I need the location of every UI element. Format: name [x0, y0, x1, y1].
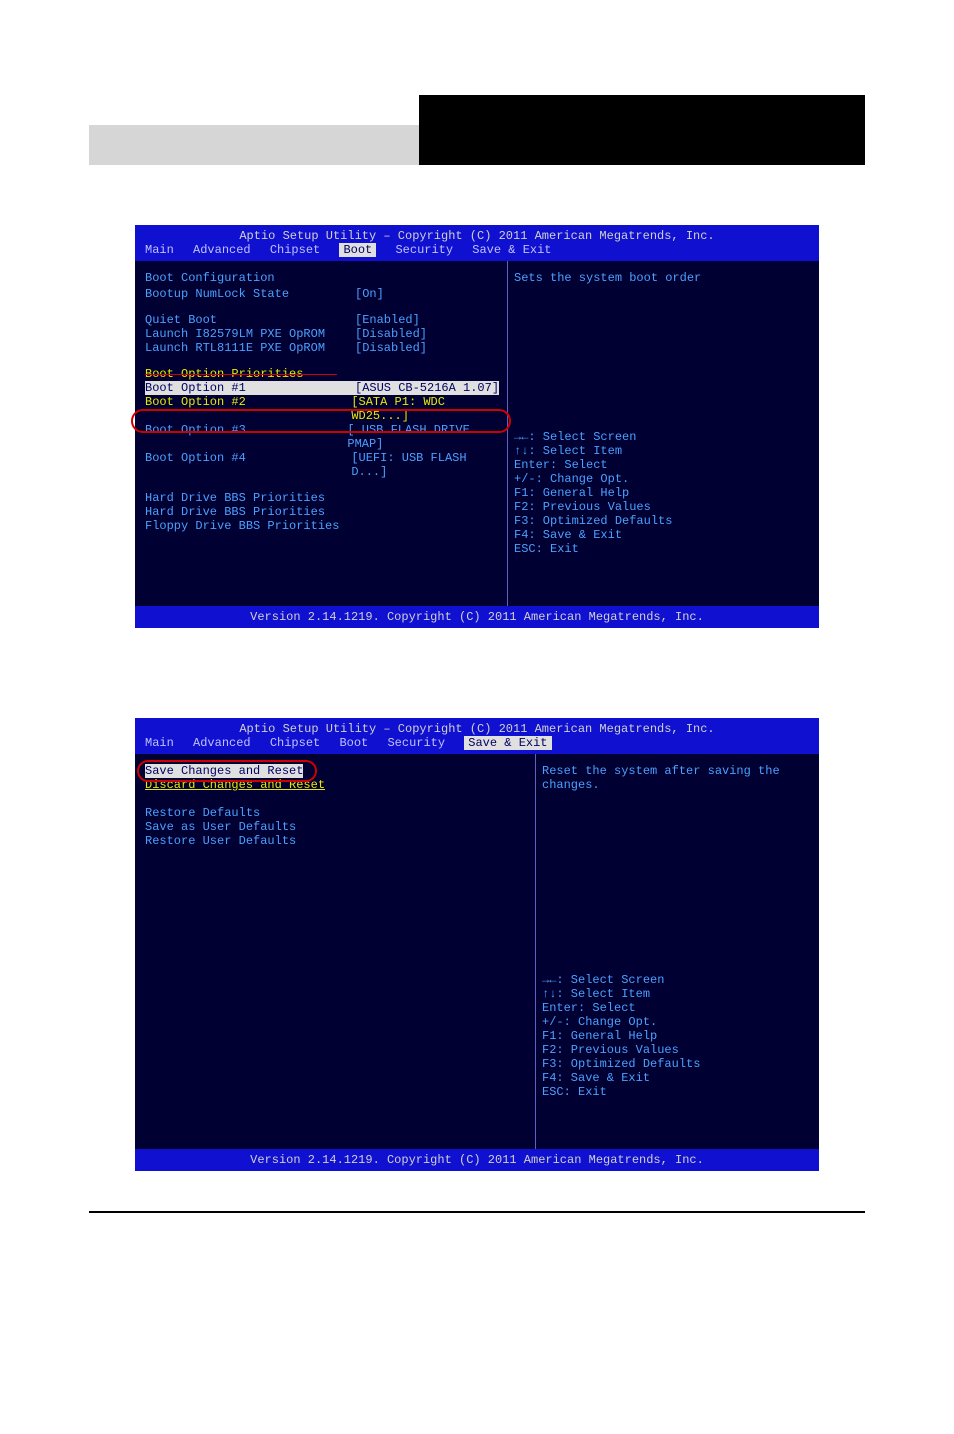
row-boot-option-4[interactable]: Boot Option #4 [UEFI: USB FLASH D...] [145, 451, 507, 479]
key-l1: →←: Select Screen [514, 430, 809, 444]
menu-advanced[interactable]: Advanced [193, 736, 251, 750]
menu-main[interactable]: Main [145, 736, 174, 750]
row-boot-option-1[interactable]: Boot Option #1 [ASUS CB-5216A 1.07] [145, 381, 507, 395]
menu-chipset[interactable]: Chipset [270, 736, 320, 750]
label-pxe1: Launch I82579LM PXE OpROM [145, 327, 355, 341]
page-footer-rule [89, 1211, 865, 1213]
key-l6: F2: Previous Values [542, 1043, 809, 1057]
value-opt4: [UEFI: USB FLASH D...] [351, 451, 507, 479]
help-description: Sets the system boot order [514, 271, 809, 285]
bios-footer: Version 2.14.1219. Copyright (C) 2011 Am… [135, 1149, 819, 1171]
bbs3: Floppy Drive BBS Priorities [145, 519, 339, 533]
value-pxe2: [Disabled] [355, 341, 427, 355]
menu-security[interactable]: Security [395, 243, 453, 257]
label-numlock: Bootup NumLock State [145, 287, 355, 301]
label-save-reset: Save Changes and Reset [145, 764, 303, 778]
menu-advanced[interactable]: Advanced [193, 243, 251, 257]
label-quiet: Quiet Boot [145, 313, 355, 327]
label-opt4: Boot Option #4 [145, 451, 351, 479]
value-opt3: [ USB FLASH DRIVE PMAP] [347, 423, 507, 451]
menu-security[interactable]: Security [387, 736, 445, 750]
value-numlock: [On] [355, 287, 384, 301]
key-l8: F4: Save & Exit [514, 528, 809, 542]
row-bbs3[interactable]: Floppy Drive BBS Priorities [145, 519, 507, 533]
bbs1: Hard Drive BBS Priorities [145, 491, 325, 505]
bios-left-pane: Save Changes and Reset Discard Changes a… [135, 754, 535, 1149]
key-l4: +/-: Change Opt. [542, 1015, 809, 1029]
row-pxe2[interactable]: Launch RTL8111E PXE OpROM [Disabled] [145, 341, 507, 355]
key-l7: F3: Optimized Defaults [514, 514, 809, 528]
row-pxe1[interactable]: Launch I82579LM PXE OpROM [Disabled] [145, 327, 507, 341]
label-pxe2: Launch RTL8111E PXE OpROM [145, 341, 355, 355]
key-l3: Enter: Select [514, 458, 809, 472]
label-restore-user-def: Restore User Defaults [145, 834, 296, 848]
row-restore-defaults[interactable]: Restore Defaults [145, 806, 535, 820]
value-opt1: [ASUS CB-5216A 1.07] [355, 381, 499, 395]
key-l8: F4: Save & Exit [542, 1071, 809, 1085]
label-restore-def: Restore Defaults [145, 806, 260, 820]
value-pxe1: [Disabled] [355, 327, 427, 341]
bios-left-pane: Boot Configuration Bootup NumLock State … [135, 261, 507, 606]
bios-right-pane: Reset the system after saving the change… [535, 754, 819, 1149]
row-bbs1[interactable]: Hard Drive BBS Priorities [145, 491, 507, 505]
bbs2: Hard Drive BBS Priorities [145, 505, 325, 519]
page-header [89, 95, 865, 165]
key-l9: ESC: Exit [542, 1085, 809, 1099]
bios-right-pane: Sets the system boot order →←: Select Sc… [507, 261, 819, 606]
boot-config-title: Boot Configuration [145, 271, 507, 285]
row-numlock[interactable]: Bootup NumLock State [On] [145, 287, 507, 301]
menu-boot[interactable]: Boot [339, 243, 376, 257]
value-quiet: [Enabled] [355, 313, 420, 327]
bios-body: Save Changes and Reset Discard Changes a… [135, 754, 819, 1149]
menu-main[interactable]: Main [145, 243, 174, 257]
label-discard-reset: Discard Changes and Reset [145, 778, 325, 792]
key-l3: Enter: Select [542, 1001, 809, 1015]
menu-boot[interactable]: Boot [339, 736, 368, 750]
row-save-changes-reset[interactable]: Save Changes and Reset [145, 764, 535, 778]
row-bbs2[interactable]: Hard Drive BBS Priorities [145, 505, 507, 519]
value-opt2: [SATA P1: WDC WD25...] [351, 395, 507, 423]
row-boot-option-3[interactable]: Boot Option #3 [ USB FLASH DRIVE PMAP] [145, 423, 507, 451]
row-restore-user-defaults[interactable]: Restore User Defaults [145, 834, 535, 848]
boot-priorities-title: Boot Option Priorities [145, 367, 303, 381]
help-keys: →←: Select Screen ↑↓: Select Item Enter:… [514, 430, 809, 596]
label-opt3: Boot Option #3 [145, 423, 347, 451]
label-opt2: Boot Option #2 [145, 395, 351, 423]
header-left-block [89, 125, 419, 165]
bios-body: Boot Configuration Bootup NumLock State … [135, 261, 819, 606]
label-opt1: Boot Option #1 [145, 381, 355, 395]
key-l9: ESC: Exit [514, 542, 809, 556]
header-right-block [419, 95, 865, 165]
menu-save-exit[interactable]: Save & Exit [472, 243, 551, 257]
bios-title: Aptio Setup Utility – Copyright (C) 2011… [135, 225, 819, 243]
row-boot-priorities-title: Boot Option Priorities [145, 367, 507, 381]
label-save-user-def: Save as User Defaults [145, 820, 296, 834]
bios-title: Aptio Setup Utility – Copyright (C) 2011… [135, 718, 819, 736]
key-l2: ↑↓: Select Item [542, 987, 809, 1001]
key-l1: →←: Select Screen [542, 973, 809, 987]
row-discard-changes-reset[interactable]: Discard Changes and Reset [145, 778, 535, 792]
bios-panel-boot: Aptio Setup Utility – Copyright (C) 2011… [135, 225, 819, 628]
key-l5: F1: General Help [514, 486, 809, 500]
key-l4: +/-: Change Opt. [514, 472, 809, 486]
bios-menubar: Main Advanced Chipset Boot Security Save… [135, 243, 819, 261]
row-quiet[interactable]: Quiet Boot [Enabled] [145, 313, 507, 327]
key-l7: F3: Optimized Defaults [542, 1057, 809, 1071]
key-l2: ↑↓: Select Item [514, 444, 809, 458]
help-keys: →←: Select Screen ↑↓: Select Item Enter:… [542, 973, 809, 1139]
key-l6: F2: Previous Values [514, 500, 809, 514]
row-boot-option-2[interactable]: Boot Option #2 [SATA P1: WDC WD25...] [145, 395, 507, 423]
bios-menubar: Main Advanced Chipset Boot Security Save… [135, 736, 819, 754]
bios-panel-save-exit: Aptio Setup Utility – Copyright (C) 2011… [135, 718, 819, 1171]
help-description: Reset the system after saving the change… [542, 764, 809, 792]
menu-save-exit[interactable]: Save & Exit [464, 736, 551, 750]
bios-footer: Version 2.14.1219. Copyright (C) 2011 Am… [135, 606, 819, 628]
menu-chipset[interactable]: Chipset [270, 243, 320, 257]
row-save-user-defaults[interactable]: Save as User Defaults [145, 820, 535, 834]
key-l5: F1: General Help [542, 1029, 809, 1043]
